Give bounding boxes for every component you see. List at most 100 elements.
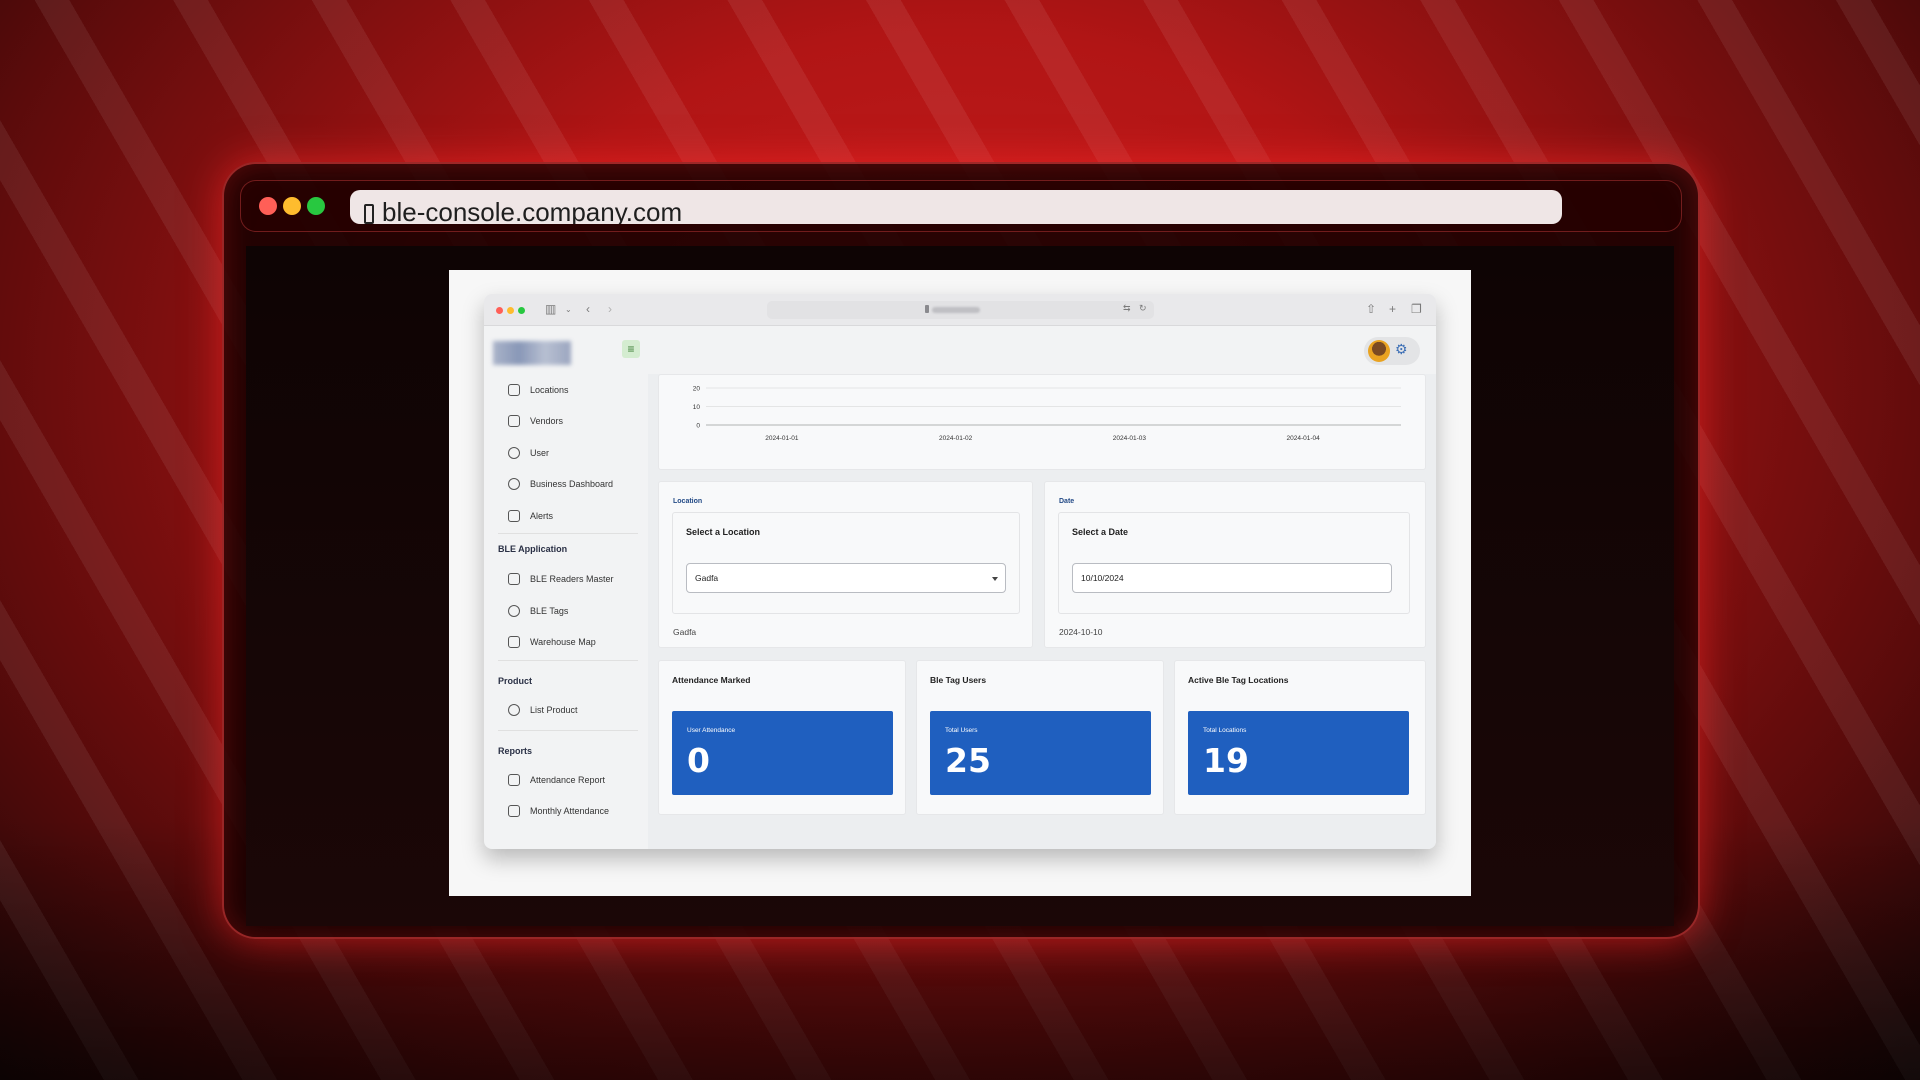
sidebar-item-label: Warehouse Map	[530, 637, 596, 647]
outer-address-bar[interactable]: ble-console.company.com	[350, 190, 1562, 224]
sidebar-item-alerts[interactable]: Alerts	[508, 507, 553, 525]
location-select[interactable]: Gadfa	[686, 563, 1006, 593]
chart: 20 10 0 2024-01-01 2024-01-02 2024-01-03 2024-…	[693, 386, 1401, 442]
date-title: Select a Date	[1072, 527, 1129, 537]
date-input[interactable]: 10/10/2024	[1072, 563, 1392, 593]
sidebar-item-label: BLE Readers Master	[530, 574, 614, 584]
tabs-overview-icon[interactable]: ❐	[1411, 302, 1422, 316]
y-tick-label: 0	[696, 423, 700, 430]
sidebar-item-locations[interactable]: Locations	[508, 381, 569, 399]
avatar[interactable]	[1368, 340, 1390, 362]
stat-box: Total Users 25	[930, 711, 1151, 795]
inner-minimize-button[interactable]	[507, 307, 514, 314]
sidebar-item-label: BLE Tags	[530, 606, 569, 616]
sidebar-toggle-icon[interactable]: ▥	[545, 302, 556, 316]
chart-card: 20 10 0 2024-01-01 2024-01-02 2024-01-03 2024-…	[658, 374, 1426, 470]
outer-minimize-button[interactable]	[283, 197, 301, 215]
stat-card-active-locations: Active Ble Tag Locations Total Locations…	[1174, 660, 1426, 815]
date-filter-card: Date Select a Date 10/10/2024 2024-10-10	[1044, 481, 1426, 648]
stat-title: Attendance Marked	[672, 675, 751, 685]
selected-date-text: 2024-10-10	[1059, 627, 1103, 637]
stat-label: Total Users	[945, 727, 978, 734]
sidebar-item-label: Vendors	[530, 416, 564, 426]
logo	[493, 341, 571, 365]
clipboard-icon	[508, 510, 520, 522]
divider	[498, 533, 638, 534]
y-tick-label: 10	[693, 404, 701, 411]
inner-zoom-button[interactable]	[518, 307, 525, 314]
menu-toggle-button[interactable]: ≡	[622, 340, 640, 358]
location-panel: Select a Location Gadfa	[672, 512, 1020, 614]
document-icon	[508, 774, 520, 786]
outer-zoom-button[interactable]	[307, 197, 325, 215]
inner-close-button[interactable]	[496, 307, 503, 314]
back-icon[interactable]: ‹	[586, 302, 590, 316]
sidebar-item-label: Attendance Report	[530, 775, 606, 785]
stat-box: User Attendance 0	[672, 711, 893, 795]
y-tick-label: 20	[693, 386, 701, 393]
sidebar-item-monthly-attendance[interactable]: Monthly Attendance	[508, 802, 609, 820]
date-label: Date	[1059, 498, 1075, 505]
location-label: Location	[673, 498, 703, 505]
sidebar-item-label: List Product	[530, 705, 578, 715]
bluetooth-icon	[508, 605, 520, 617]
sidebar-item-ble-tags[interactable]: BLE Tags	[508, 602, 568, 620]
sidebar-item-business-dashboard[interactable]: Business Dashboard	[508, 475, 613, 493]
stat-value: 19	[1203, 741, 1249, 780]
stat-value: 25	[945, 741, 991, 780]
user-menu[interactable]: ⚙	[1364, 337, 1420, 365]
outer-url-text: ble-console.company.com	[382, 197, 683, 224]
lock-icon	[364, 204, 374, 224]
divider	[498, 660, 638, 661]
sidebar-item-label: Locations	[530, 385, 569, 395]
chevron-down-icon[interactable]: ⌄	[565, 305, 572, 314]
section-title-reports: Reports	[498, 746, 533, 756]
x-tick-label: 2024-01-02	[939, 435, 973, 442]
blurred-url	[932, 307, 980, 313]
document-icon	[508, 805, 520, 817]
share-icon[interactable]: ⇧	[1366, 302, 1376, 316]
home-icon	[508, 384, 520, 396]
reload-icon[interactable]: ↻	[1139, 303, 1147, 314]
sidebar-item-user[interactable]: User	[508, 444, 549, 462]
x-tick-label: 2024-01-03	[1113, 435, 1147, 442]
section-title-ble-application: BLE Application	[498, 544, 568, 554]
hamburger-icon: ≡	[627, 342, 635, 356]
gear-icon[interactable]: ⚙	[1395, 341, 1408, 358]
main-content: 20 10 0 2024-01-01 2024-01-02 2024-01-03 2024-…	[648, 374, 1436, 849]
divider	[498, 730, 638, 731]
boxes-icon	[508, 704, 520, 716]
sidebar: Locations Vendors User Business Dashboar…	[484, 374, 648, 849]
map-icon	[508, 636, 520, 648]
users-icon	[508, 447, 520, 459]
translate-icon[interactable]: ⇆	[1123, 303, 1131, 314]
sidebar-item-attendance-report[interactable]: Attendance Report	[508, 771, 605, 789]
stat-card-attendance: Attendance Marked User Attendance 0	[658, 660, 906, 815]
inner-browser-toolbar: ▥ ⌄ ‹ › ⇆ ↻ ⇧ + ❐	[484, 294, 1436, 326]
new-tab-icon[interactable]: +	[1389, 302, 1396, 316]
caret-down-icon	[992, 577, 998, 581]
stat-value: 0	[687, 741, 710, 780]
selected-location-text: Gadfa	[673, 627, 697, 637]
stat-card-ble-tag-users: Ble Tag Users Total Users 25	[916, 660, 1164, 815]
location-select-value: Gadfa	[695, 573, 719, 583]
sidebar-item-list-product[interactable]: List Product	[508, 701, 578, 719]
sidebar-item-label: User	[530, 448, 550, 458]
stat-label: User Attendance	[687, 727, 736, 734]
stat-title: Ble Tag Users	[930, 675, 987, 685]
sidebar-item-warehouse-map[interactable]: Warehouse Map	[508, 633, 596, 651]
date-input-value: 10/10/2024	[1081, 573, 1124, 583]
inner-browser-window: ▥ ⌄ ‹ › ⇆ ↻ ⇧ + ❐ ≡ ⚙ Locations Vendors …	[484, 294, 1436, 849]
sidebar-item-vendors[interactable]: Vendors	[508, 412, 563, 430]
antenna-icon	[508, 573, 520, 585]
inner-address-bar[interactable]: ⇆ ↻	[767, 301, 1154, 319]
radar-icon	[508, 478, 520, 490]
forward-icon[interactable]: ›	[608, 302, 612, 316]
outer-close-button[interactable]	[259, 197, 277, 215]
x-tick-label: 2024-01-04	[1287, 435, 1321, 442]
stat-title: Active Ble Tag Locations	[1188, 675, 1289, 685]
sidebar-item-ble-readers-master[interactable]: BLE Readers Master	[508, 570, 614, 588]
x-tick-label: 2024-01-01	[765, 435, 799, 442]
grid-icon	[508, 415, 520, 427]
sidebar-item-label: Monthly Attendance	[530, 806, 610, 816]
